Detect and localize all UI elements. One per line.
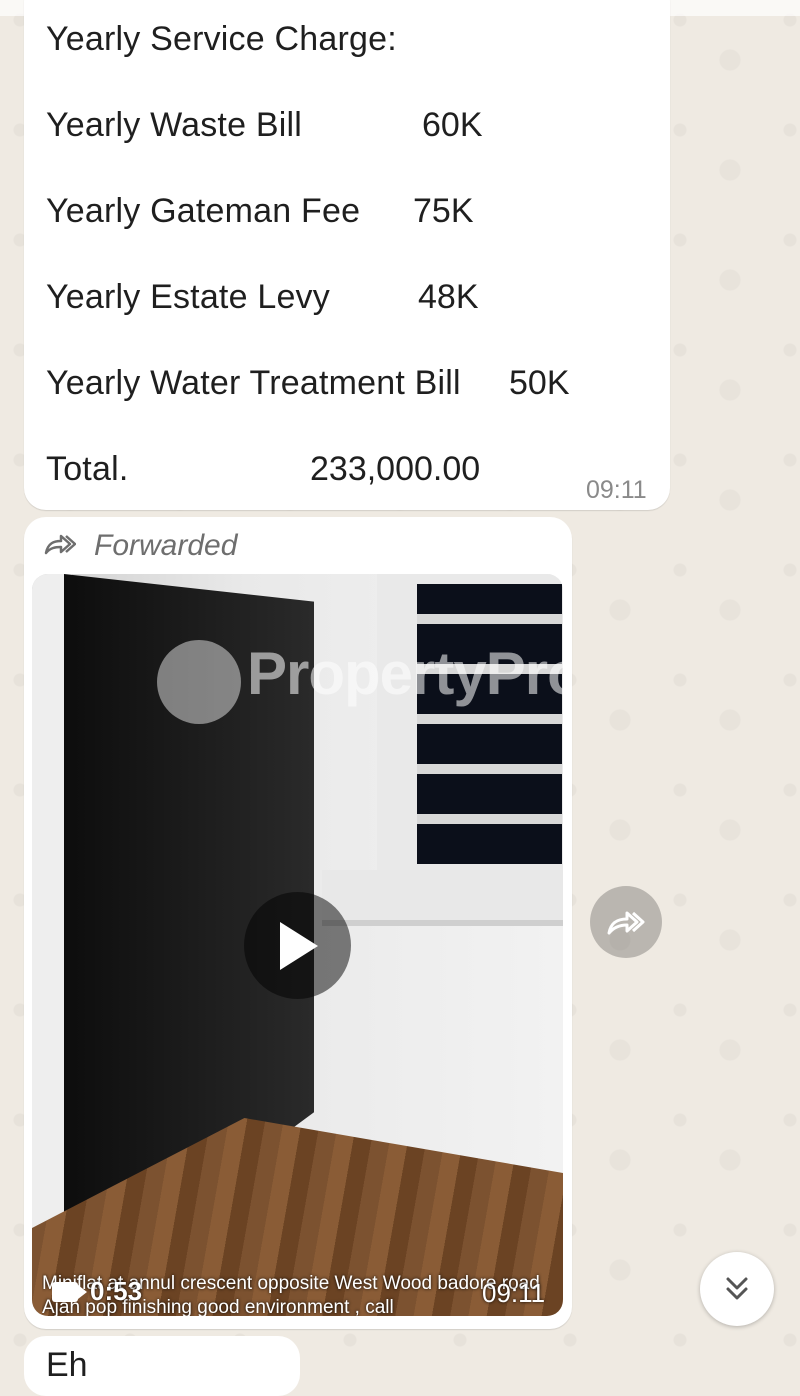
row-amount-gateman: 75K [413, 192, 474, 230]
forwarded-indicator: Forwarded [44, 526, 237, 566]
row-label-estate: Yearly Estate Levy [46, 278, 330, 316]
video-scene-sill [322, 870, 563, 926]
row-amount-waste: 60K [422, 106, 483, 144]
total-amount: 233,000.00 [310, 450, 481, 488]
video-duration-text: 0:53 [90, 1276, 143, 1306]
watermark-logo-icon [157, 640, 241, 724]
play-button[interactable] [244, 892, 351, 999]
video-camera-icon [52, 1281, 87, 1302]
message-bubble-service-charge[interactable] [24, 0, 670, 510]
message-timestamp: 09:11 [586, 476, 647, 504]
scroll-to-bottom-button[interactable] [700, 1252, 774, 1326]
video-timestamp: 09:11 [482, 1278, 546, 1308]
double-chevron-down-icon [726, 1277, 748, 1300]
forward-button[interactable] [590, 886, 662, 958]
video-scene-window [377, 574, 563, 884]
forward-arrow-icon [607, 911, 645, 935]
row-amount-water: 50K [509, 364, 570, 402]
video-thumbnail[interactable]: PropertyPro Miniflat at annul crescent o… [32, 574, 563, 1316]
row-label-waste: Yearly Waste Bill [46, 106, 302, 144]
play-icon [279, 921, 318, 970]
watermark-text: PropertyPro [247, 640, 563, 707]
forwarded-label: Forwarded [94, 529, 238, 562]
next-message-text: Eh [46, 1346, 88, 1384]
service-charge-header: Yearly Service Charge: [46, 20, 397, 58]
row-amount-estate: 48K [418, 278, 479, 316]
video-duration: 0:53 [52, 1276, 142, 1307]
total-label: Total. [46, 450, 129, 488]
forwarded-icon [44, 533, 77, 560]
row-label-gateman: Yearly Gateman Fee [46, 192, 361, 230]
row-label-water: Yearly Water Treatment Bill [46, 364, 461, 402]
